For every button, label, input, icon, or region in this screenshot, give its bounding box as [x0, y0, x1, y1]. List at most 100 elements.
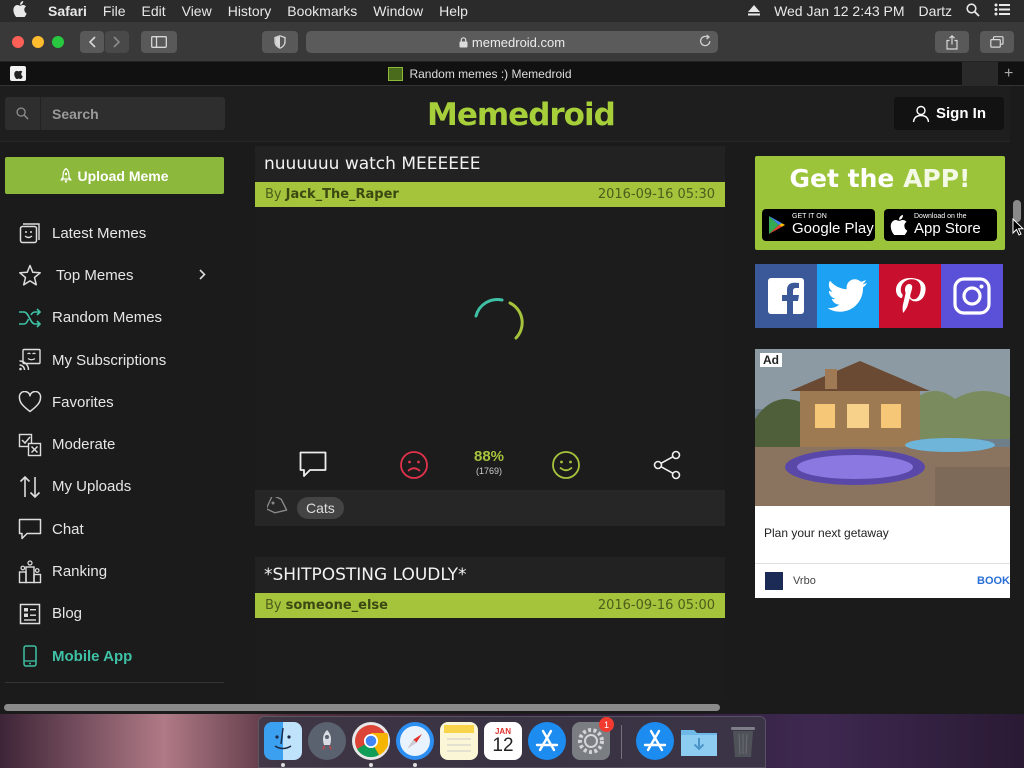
- dislike-face-icon[interactable]: [399, 450, 429, 485]
- sidebar-toggle-icon[interactable]: [141, 31, 177, 53]
- shuffle-icon: [17, 306, 43, 330]
- system-preferences-icon[interactable]: 1: [572, 717, 614, 760]
- minimize-window-button[interactable]: [32, 36, 44, 48]
- calendar-icon[interactable]: JAN 12: [484, 722, 522, 760]
- post-author[interactable]: Jack_The_Raper: [286, 187, 399, 202]
- sidebar-item-favorites[interactable]: Favorites: [5, 381, 224, 423]
- menu-help[interactable]: Help: [431, 3, 476, 19]
- url-text: memedroid.com: [471, 34, 566, 50]
- like-face-icon[interactable]: [551, 450, 581, 485]
- menu-edit[interactable]: Edit: [133, 3, 173, 19]
- eject-icon[interactable]: [748, 3, 761, 19]
- horizontal-scrollbar[interactable]: [0, 700, 1024, 714]
- web-page: Memedroid Sign In Upload Meme Latest Mem…: [0, 86, 1010, 700]
- share-icon[interactable]: [935, 31, 969, 53]
- sign-in-label: Sign In: [936, 105, 986, 122]
- vertical-scrollbar[interactable]: [1010, 86, 1024, 700]
- downloads-folder-icon[interactable]: [680, 722, 718, 760]
- forward-button[interactable]: [105, 31, 129, 53]
- user-name[interactable]: Dartz: [919, 3, 952, 19]
- meme-post: *SHITPOSTING LOUDLY* By someone_else 201…: [255, 557, 725, 700]
- control-center-icon[interactable]: [994, 3, 1010, 19]
- ad-book-button[interactable]: BOOK: [977, 575, 1010, 587]
- sidebar-item-my-subscriptions[interactable]: My Subscriptions: [5, 339, 224, 381]
- instagram-icon: [953, 277, 991, 315]
- post-image-area[interactable]: [255, 618, 725, 700]
- post-author[interactable]: someone_else: [286, 598, 388, 613]
- sidebar-divider: [5, 682, 224, 683]
- menu-safari[interactable]: Safari: [40, 3, 95, 19]
- ad-label: Ad: [760, 353, 782, 367]
- sidebar-item-mobile-app[interactable]: Mobile App: [5, 635, 224, 677]
- sidebar-item-my-uploads[interactable]: My Uploads: [5, 466, 224, 508]
- notes-icon[interactable]: [440, 722, 478, 760]
- dock-separator: [621, 725, 622, 759]
- active-tab[interactable]: Random memes :) Memedroid: [0, 62, 960, 86]
- zoom-window-button[interactable]: [52, 36, 64, 48]
- spotlight-search-icon[interactable]: [966, 2, 980, 20]
- loading-spinner-icon: [474, 298, 524, 340]
- twitter-button[interactable]: [817, 264, 879, 328]
- app-store-icon[interactable]: [528, 722, 566, 760]
- privacy-shield-icon[interactable]: [262, 31, 298, 53]
- post-tags: Cats: [255, 490, 725, 526]
- horizontal-scroll-thumb[interactable]: [4, 704, 720, 711]
- chrome-icon[interactable]: [352, 722, 390, 760]
- sidebar-item-ranking[interactable]: Ranking: [5, 550, 224, 592]
- trash-icon[interactable]: [724, 722, 762, 760]
- new-tab-plus-icon[interactable]: +: [1004, 65, 1013, 83]
- menu-window[interactable]: Window: [365, 3, 431, 19]
- safari-icon[interactable]: [396, 722, 434, 760]
- macos-menubar: Safari File Edit View History Bookmarks …: [0, 0, 1024, 22]
- app-store-button[interactable]: Download on the App Store: [884, 209, 997, 241]
- app-store-download-icon[interactable]: [636, 722, 674, 760]
- tag-chip[interactable]: Cats: [297, 497, 344, 519]
- search-input[interactable]: [41, 105, 221, 122]
- reload-icon[interactable]: [699, 34, 712, 51]
- menu-bookmarks[interactable]: Bookmarks: [279, 3, 365, 19]
- rocket-icon: [60, 168, 73, 183]
- ad-image[interactable]: Ad: [755, 349, 1010, 506]
- menu-view[interactable]: View: [174, 3, 220, 19]
- search-icon[interactable]: [5, 97, 41, 130]
- tabs-overview-icon[interactable]: [980, 31, 1014, 53]
- menu-file[interactable]: File: [95, 3, 134, 19]
- sidebar-item-random-memes[interactable]: Random Memes: [5, 297, 224, 339]
- sidebar-item-top-memes[interactable]: Top Memes: [5, 254, 224, 296]
- instagram-button[interactable]: [941, 264, 1003, 328]
- clock[interactable]: Wed Jan 12 2:43 PM: [774, 3, 904, 19]
- running-indicator: [413, 763, 417, 767]
- post-date: 2016-09-16 05:30: [597, 187, 715, 202]
- google-play-icon: [769, 216, 785, 234]
- pinterest-button[interactable]: [879, 264, 941, 328]
- back-button[interactable]: [80, 31, 104, 53]
- finder-icon[interactable]: [264, 722, 302, 760]
- sidebar-item-chat[interactable]: Chat: [5, 508, 224, 550]
- chevron-right-icon[interactable]: [199, 267, 206, 284]
- menu-history[interactable]: History: [220, 3, 280, 19]
- sidebar-item-blog[interactable]: Blog: [5, 593, 224, 635]
- launchpad-icon[interactable]: [308, 722, 346, 760]
- search-box[interactable]: [5, 97, 225, 130]
- ad-panel[interactable]: Ad Plan your next getaway Vrbo BOOK: [755, 349, 1010, 598]
- facebook-button[interactable]: [755, 264, 817, 328]
- share-icon[interactable]: [652, 450, 682, 485]
- site-logo[interactable]: Memedroid: [427, 97, 616, 133]
- post-title[interactable]: *SHITPOSTING LOUDLY*: [255, 557, 725, 593]
- moderate-icon: [17, 433, 43, 457]
- google-play-button[interactable]: GET IT ON Google Play: [762, 209, 875, 241]
- post-image-area[interactable]: [255, 207, 725, 439]
- sidebar-item-moderate[interactable]: Moderate: [5, 423, 224, 465]
- address-bar[interactable]: memedroid.com: [306, 31, 718, 53]
- apple-menu-icon[interactable]: [0, 1, 40, 21]
- sidebar-item-latest-memes[interactable]: Latest Memes: [5, 212, 224, 254]
- upload-meme-button[interactable]: Upload Meme: [5, 157, 224, 194]
- sign-in-button[interactable]: Sign In: [894, 97, 1004, 130]
- ad-headline[interactable]: Plan your next getaway: [764, 526, 889, 540]
- close-window-button[interactable]: [12, 36, 24, 48]
- comment-icon[interactable]: [299, 451, 327, 483]
- browser-toolbar: memedroid.com: [0, 22, 1024, 62]
- running-indicator: [281, 763, 285, 767]
- post-title[interactable]: nuuuuuu watch MEEEEEE: [255, 146, 725, 182]
- pinterest-icon: [896, 278, 926, 313]
